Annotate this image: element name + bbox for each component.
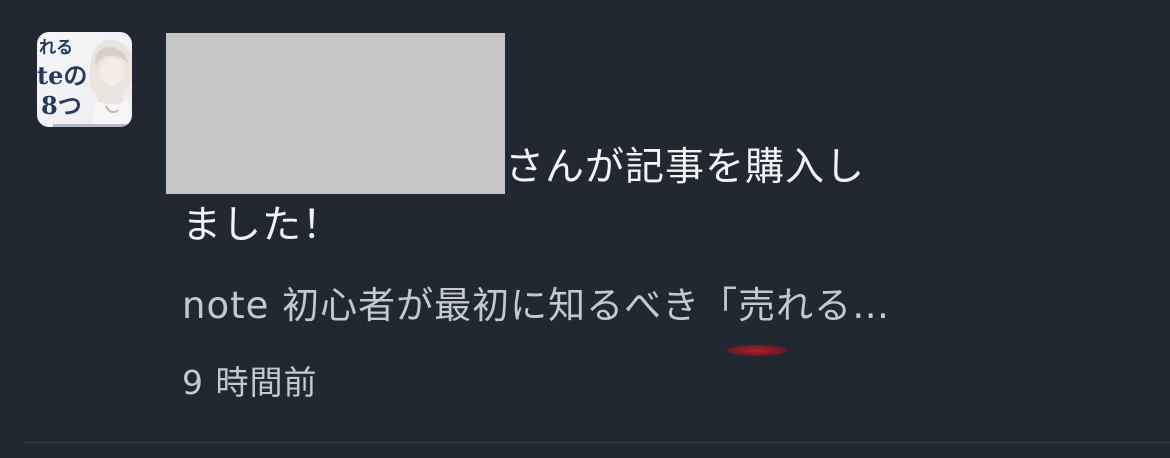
divider: [24, 442, 1170, 443]
message-line1: さんが記事を購入し: [505, 145, 866, 190]
message-line2: ました！: [182, 203, 343, 248]
timestamp: 9 時間前: [182, 363, 318, 402]
illustration-icon: [89, 39, 132, 126]
notification-message: さんが記事を購入し ました！: [182, 139, 972, 255]
thumbnail-text-line1: れる: [39, 38, 73, 58]
thumbnail-subtitle-bar: [53, 124, 129, 127]
article-thumbnail[interactable]: れる teの 8つ: [37, 32, 132, 127]
purchase-notification[interactable]: れる teの 8つ さんが記事を購入し ました！ note 初心者が最初に知るべ…: [0, 0, 1170, 458]
article-title[interactable]: note 初心者が最初に知るべき「売れる…: [182, 278, 890, 334]
red-underline-mark: [727, 345, 787, 356]
